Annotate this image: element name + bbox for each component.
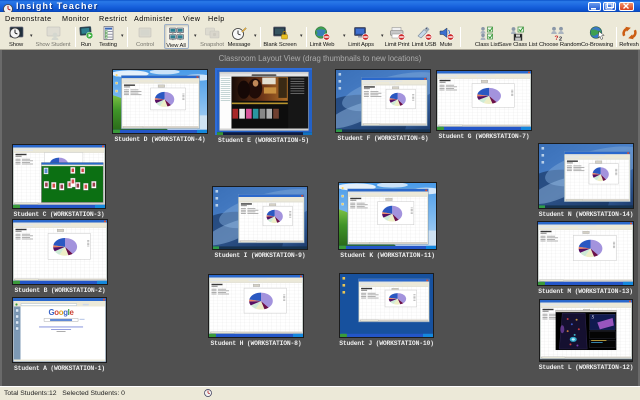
svg-text:Google: Google <box>49 308 75 317</box>
svg-text:?: ? <box>554 35 558 41</box>
svg-text:2: 2 <box>559 36 562 41</box>
